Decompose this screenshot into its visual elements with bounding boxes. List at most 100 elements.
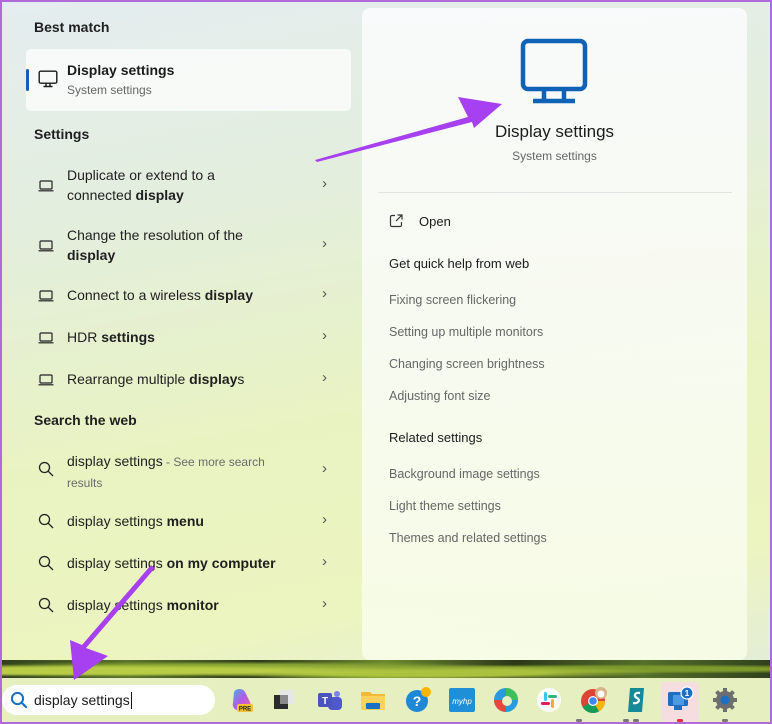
- item-text-line1: Duplicate or extend to a: [67, 167, 215, 183]
- start-search-panel: Best match Display settings System setti…: [0, 0, 772, 660]
- item-text-bold: on my computer: [166, 555, 276, 571]
- chevron-right-icon: ›: [322, 369, 327, 386]
- notification-badge: 1: [685, 689, 690, 698]
- open-external-icon: [389, 214, 403, 233]
- search-icon: [10, 691, 28, 714]
- running-indicator: [722, 719, 728, 722]
- item-text-bold: display: [135, 187, 184, 203]
- item-text-bold: display: [67, 247, 116, 263]
- chevron-right-icon: ›: [322, 511, 327, 528]
- svg-text:?: ?: [413, 693, 422, 709]
- help-link[interactable]: Changing screen brightness: [389, 357, 545, 371]
- get-help-icon[interactable]: ?: [405, 686, 433, 714]
- chevron-right-icon: ›: [322, 460, 327, 477]
- chevron-right-icon: ›: [322, 595, 327, 612]
- item-text-bold: display: [204, 287, 253, 303]
- settings-item-change-resolution[interactable]: Change the resolution of the display ›: [26, 225, 351, 269]
- display-monitor-icon: [520, 38, 588, 115]
- settings-heading: Settings: [34, 126, 90, 142]
- best-match-heading: Best match: [34, 19, 110, 35]
- text-caret: [131, 692, 132, 709]
- settings-item-hdr[interactable]: HDR settings ›: [26, 327, 351, 349]
- monitor-icon: [38, 70, 58, 93]
- preview-pane: Display settings System settings Open Ge…: [362, 8, 747, 660]
- running-indicator: [576, 719, 582, 722]
- item-text-plain: Rearrange multiple: [67, 371, 190, 387]
- item-text-plain: HDR: [67, 329, 102, 345]
- desktop-wallpaper: [0, 660, 772, 678]
- related-settings-heading: Related settings: [389, 430, 483, 445]
- item-text-plain: display settings: [67, 453, 163, 469]
- web-result-see-more[interactable]: display settings - See more search resul…: [26, 451, 351, 491]
- search-web-heading: Search the web: [34, 412, 137, 428]
- remote-desktop-icon[interactable]: 1: [666, 686, 694, 714]
- item-text-bold: monitor: [166, 597, 219, 613]
- preview-title: Display settings: [494, 122, 615, 141]
- settings-item-rearrange-displays[interactable]: Rearrange multiple displays ›: [26, 369, 351, 391]
- running-indicator: [623, 719, 629, 722]
- settings-gear-icon[interactable]: [711, 686, 739, 714]
- item-text-bold: settings: [101, 329, 155, 345]
- item-text-suffix: s: [237, 371, 245, 387]
- chevron-right-icon: ›: [322, 285, 327, 302]
- open-label: Open: [419, 214, 451, 229]
- search-icon: [38, 513, 54, 534]
- search-icon: [38, 597, 54, 618]
- copilot-icon[interactable]: PRE: [229, 686, 257, 714]
- taskbar-search-box[interactable]: [2, 685, 215, 715]
- task-view-icon[interactable]: [270, 686, 298, 714]
- laptop-icon: [38, 179, 54, 197]
- divider: [378, 192, 732, 193]
- related-link[interactable]: Themes and related settings: [389, 531, 547, 545]
- item-text-muted-line2: results: [67, 476, 103, 490]
- item-text-plain: Connect to a wireless: [67, 287, 205, 303]
- item-text-plain: connected: [67, 187, 136, 203]
- laptop-icon: [38, 373, 54, 391]
- help-link[interactable]: Setting up multiple monitors: [389, 325, 543, 339]
- related-link[interactable]: Light theme settings: [389, 499, 501, 513]
- preview-subtitle: System settings: [512, 149, 597, 163]
- item-text-bold: menu: [166, 513, 204, 529]
- chevron-right-icon: ›: [322, 553, 327, 570]
- laptop-icon: [38, 331, 54, 349]
- chrome-icon[interactable]: [580, 686, 608, 714]
- settings-item-wireless-display[interactable]: Connect to a wireless display ›: [26, 285, 351, 307]
- search-icon: [38, 461, 54, 482]
- best-match-display-settings[interactable]: Display settings System settings: [26, 49, 351, 111]
- best-match-subtitle: System settings: [67, 83, 152, 97]
- item-text-muted: - See more search: [162, 455, 265, 469]
- active-indicator: [677, 719, 683, 722]
- item-text-plain: display settings: [67, 597, 167, 613]
- laptop-icon: [38, 239, 54, 257]
- help-link[interactable]: Adjusting font size: [389, 389, 490, 403]
- search-input[interactable]: [34, 690, 204, 710]
- web-result-menu[interactable]: display settings menu ›: [26, 511, 351, 533]
- best-match-title: Display settings: [67, 62, 175, 78]
- quick-help-heading: Get quick help from web: [389, 256, 530, 271]
- slack-icon[interactable]: [535, 686, 563, 714]
- svg-text:T: T: [322, 696, 328, 707]
- myhp-icon[interactable]: myhp: [448, 686, 476, 714]
- web-result-on-my-computer[interactable]: display settings on my computer ›: [26, 553, 351, 575]
- teams-icon[interactable]: T: [316, 686, 344, 714]
- help-link[interactable]: Fixing screen flickering: [389, 293, 516, 307]
- chevron-right-icon: ›: [322, 235, 327, 252]
- related-link[interactable]: Background image settings: [389, 467, 540, 481]
- item-text-plain: display settings: [67, 513, 167, 529]
- laptop-icon: [38, 289, 54, 307]
- settings-item-duplicate-extend[interactable]: Duplicate or extend to a connected displ…: [26, 165, 351, 209]
- running-indicator: [633, 719, 639, 722]
- search-icon: [38, 555, 54, 576]
- edge-icon[interactable]: [492, 686, 520, 714]
- item-text-bold: display: [189, 371, 238, 387]
- myhp-label: myhp: [452, 697, 472, 706]
- web-result-monitor[interactable]: display settings monitor ›: [26, 595, 351, 617]
- selection-indicator: [26, 69, 29, 91]
- copilot-pre-badge: PRE: [239, 707, 251, 713]
- taskbar: PRE T ? myhp 1: [0, 678, 772, 724]
- item-text-plain: display settings: [67, 555, 167, 571]
- chevron-right-icon: ›: [322, 175, 327, 192]
- file-explorer-icon[interactable]: [359, 686, 387, 714]
- item-text-line1: Change the resolution of the: [67, 227, 243, 243]
- surfshark-icon[interactable]: [622, 686, 650, 714]
